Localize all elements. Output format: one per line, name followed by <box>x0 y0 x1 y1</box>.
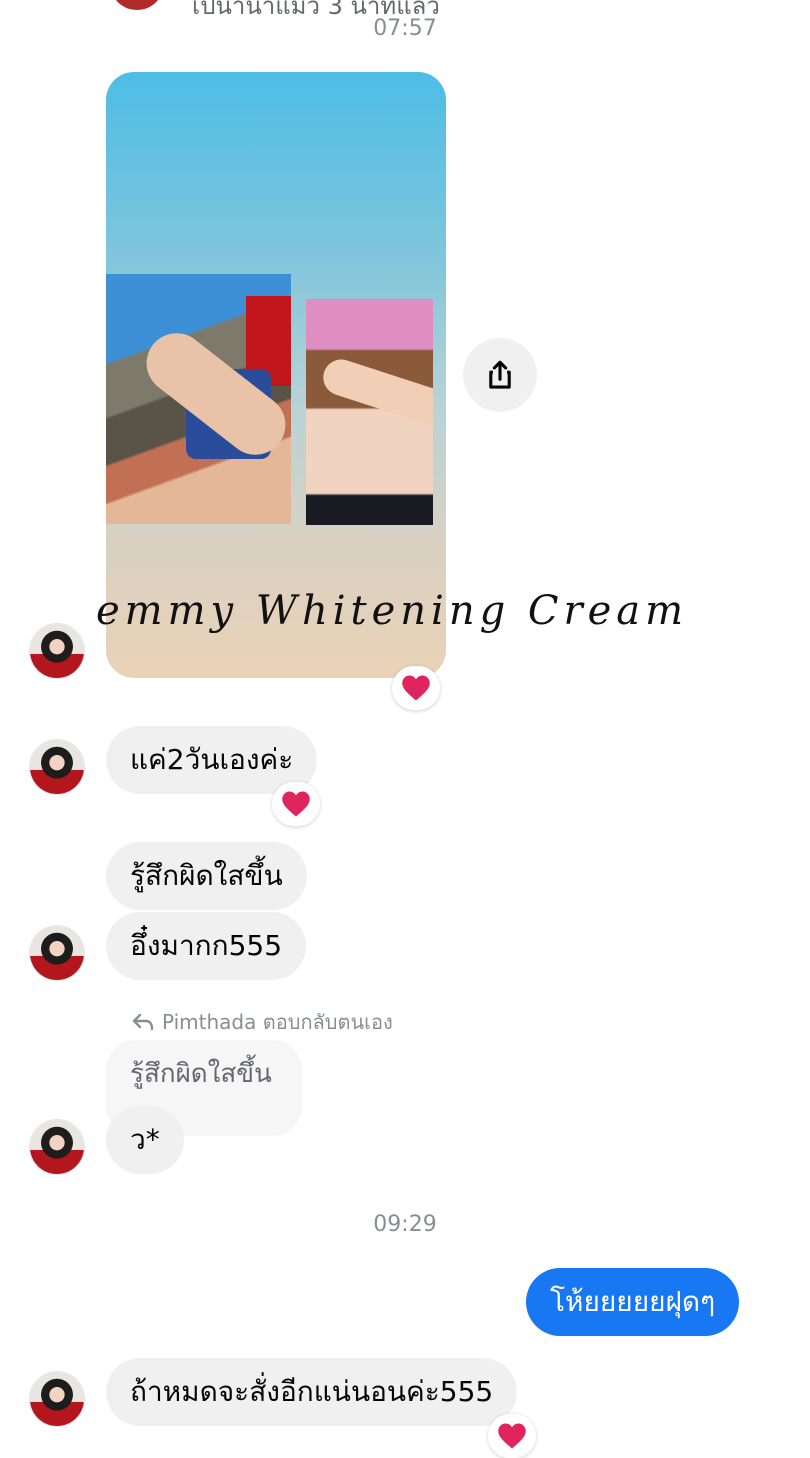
message-bubble[interactable]: ถ้าหมดจะสั่งอีกแน่นอนค่ะ555 <box>106 1358 518 1426</box>
reaction-badge[interactable] <box>488 1414 536 1458</box>
reply-indicator: Pimthada ตอบกลับตนเอง <box>132 1006 393 1038</box>
reply-label: Pimthada ตอบกลับตนเอง <box>162 1010 393 1034</box>
avatar[interactable] <box>30 624 84 678</box>
message-bubble[interactable]: อึ๋งมากก555 <box>106 912 307 980</box>
share-icon <box>489 360 511 389</box>
watermark-text: emmy Whitening Cream <box>96 588 689 634</box>
heart-icon <box>282 791 310 817</box>
timestamp: 09:29 <box>373 1212 437 1237</box>
avatar[interactable] <box>30 1120 84 1174</box>
reaction-badge[interactable] <box>272 782 320 826</box>
avatar[interactable] <box>30 1372 84 1426</box>
avatar[interactable] <box>112 0 162 10</box>
avatar[interactable] <box>30 926 84 980</box>
photo-right <box>306 299 433 525</box>
message-bubble[interactable]: รู้สึกผิดใสขึ้น <box>106 842 307 910</box>
heart-icon <box>498 1423 526 1449</box>
reply-arrow-icon <box>132 1013 154 1031</box>
timestamp: 07:57 <box>373 16 437 41</box>
heart-icon <box>402 675 430 701</box>
sent-message-bubble[interactable]: โห้ยยยยยฝุดๆ <box>526 1268 740 1336</box>
reaction-badge[interactable] <box>392 666 440 710</box>
message-bubble[interactable]: ว* <box>106 1106 184 1174</box>
share-button[interactable] <box>463 338 537 412</box>
avatar[interactable] <box>30 740 84 794</box>
photo-left <box>106 274 291 524</box>
